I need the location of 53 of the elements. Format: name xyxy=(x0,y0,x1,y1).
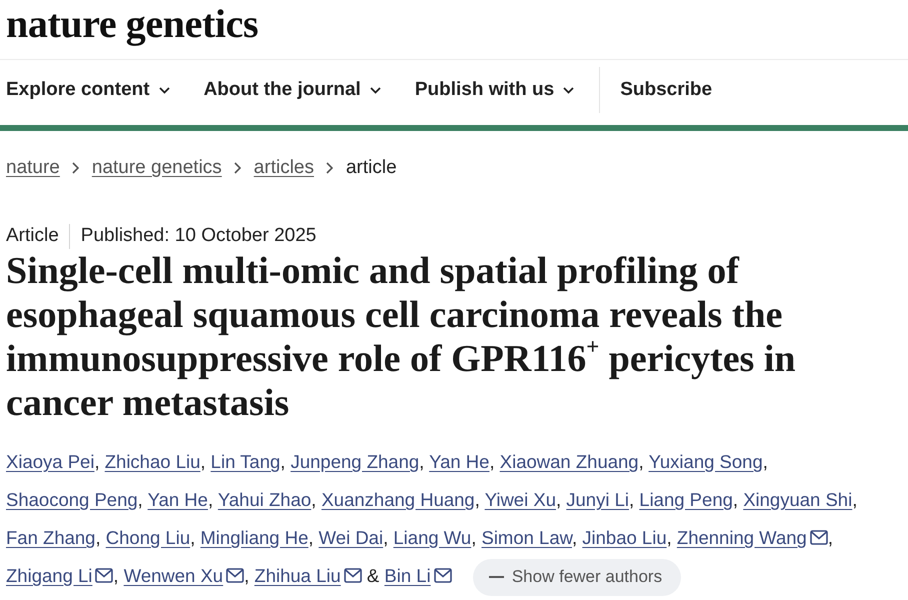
author-link[interactable]: Zhenning Wang xyxy=(676,527,828,548)
author-link[interactable]: Xingyuan Shi xyxy=(743,489,852,510)
author-link[interactable]: Yahui Zhao xyxy=(218,489,312,510)
mail-icon[interactable] xyxy=(434,568,452,583)
author-link[interactable]: Simon Law xyxy=(481,527,572,548)
show-fewer-authors-button[interactable]: Show fewer authors xyxy=(472,558,682,596)
nav-menu-button[interactable]: Explore content xyxy=(6,79,170,101)
article-type: Article xyxy=(6,225,59,247)
author-link[interactable]: Xiaoya Pei xyxy=(6,451,94,472)
author-link[interactable]: Yiwei Xu xyxy=(484,489,556,510)
chevron-right-icon xyxy=(326,162,333,174)
author-link[interactable]: Fan Zhang xyxy=(6,527,96,548)
author-link[interactable]: Xiaowan Zhuang xyxy=(500,451,639,472)
author-link[interactable]: Junyi Li xyxy=(566,489,629,510)
journal-logo[interactable]: nature genetics xyxy=(6,4,258,44)
author-link[interactable]: Wei Dai xyxy=(318,527,384,548)
author-link[interactable]: Zhigang Li xyxy=(6,565,114,586)
author-link[interactable]: Junpeng Zhang xyxy=(290,451,420,472)
breadcrumb-link[interactable]: nature genetics xyxy=(92,157,222,179)
mail-icon[interactable] xyxy=(226,568,244,583)
author-link[interactable]: Bin Li xyxy=(384,565,452,586)
publish-date: Published: 10 October 2025 xyxy=(80,225,316,247)
author-link[interactable]: Jinbao Liu xyxy=(582,527,667,548)
chevron-down-icon xyxy=(563,86,574,94)
author-link[interactable]: Yuxiang Song xyxy=(648,451,763,472)
breadcrumb-link[interactable]: articles xyxy=(254,157,314,179)
author-link[interactable]: Shaocong Peng xyxy=(6,489,138,510)
author-link[interactable]: Wenwen Xu xyxy=(124,565,244,586)
mail-icon[interactable] xyxy=(95,568,114,583)
mail-icon[interactable] xyxy=(810,530,828,545)
breadcrumb-link[interactable]: nature xyxy=(6,157,60,179)
author-link[interactable]: Zhichao Liu xyxy=(104,451,200,472)
author-link[interactable]: Chong Liu xyxy=(106,527,190,548)
breadcrumb-current: article xyxy=(346,157,397,179)
article-title: Single-cell multi-omic and spatial profiling of esophageal squamous cell carcinoma reveals the immunosuppressive role of GPR116$^{+}$ pericytes in cancer metastasis xyxy=(5,249,797,425)
author-link[interactable]: Mingliang He xyxy=(200,527,308,548)
author-link[interactable]: Xuanzhang Huang xyxy=(321,489,475,510)
nav-link[interactable]: Subscribe xyxy=(620,79,712,101)
chevron-down-icon xyxy=(158,86,170,94)
author-link[interactable]: Yan He xyxy=(429,451,490,472)
author-link[interactable]: Lin Tang xyxy=(210,451,280,472)
nav-menu-button[interactable]: Publish with us xyxy=(414,79,574,101)
chevron-down-icon xyxy=(370,86,381,94)
chevron-right-icon xyxy=(234,162,241,174)
author-link[interactable]: Liang Peng xyxy=(639,489,733,510)
mail-icon[interactable] xyxy=(344,568,362,583)
author-list: Xiaoya Pei, Zhichao Liu, Lin Tang, Junpeng Zhang, Yan He, Xiaowan Zhuang, Yuxiang Song, Shaocong Peng, Yan He, Yahui Zhao, Xuanzhang Huang, Yiwei Xu, Junyi Li, Liang Peng, Xingyuan Shi, Fan Zhang, Chong Liu, Mingliang He, Wei Dai, Liang Wu, Simon Law, Jinbao Liu, Zhenning Wang , Zhigang Li , Wenwen Xu , Zhihua Liu & Bin Li Show fewer authors xyxy=(0,443,908,596)
chevron-right-icon xyxy=(72,162,79,174)
author-link[interactable]: Liang Wu xyxy=(393,527,472,548)
minus-icon xyxy=(488,576,504,578)
author-link[interactable]: Yan He xyxy=(148,489,208,510)
author-link[interactable]: Zhihua Liu xyxy=(254,565,362,586)
nav-menu-button[interactable]: About the journal xyxy=(204,79,381,101)
